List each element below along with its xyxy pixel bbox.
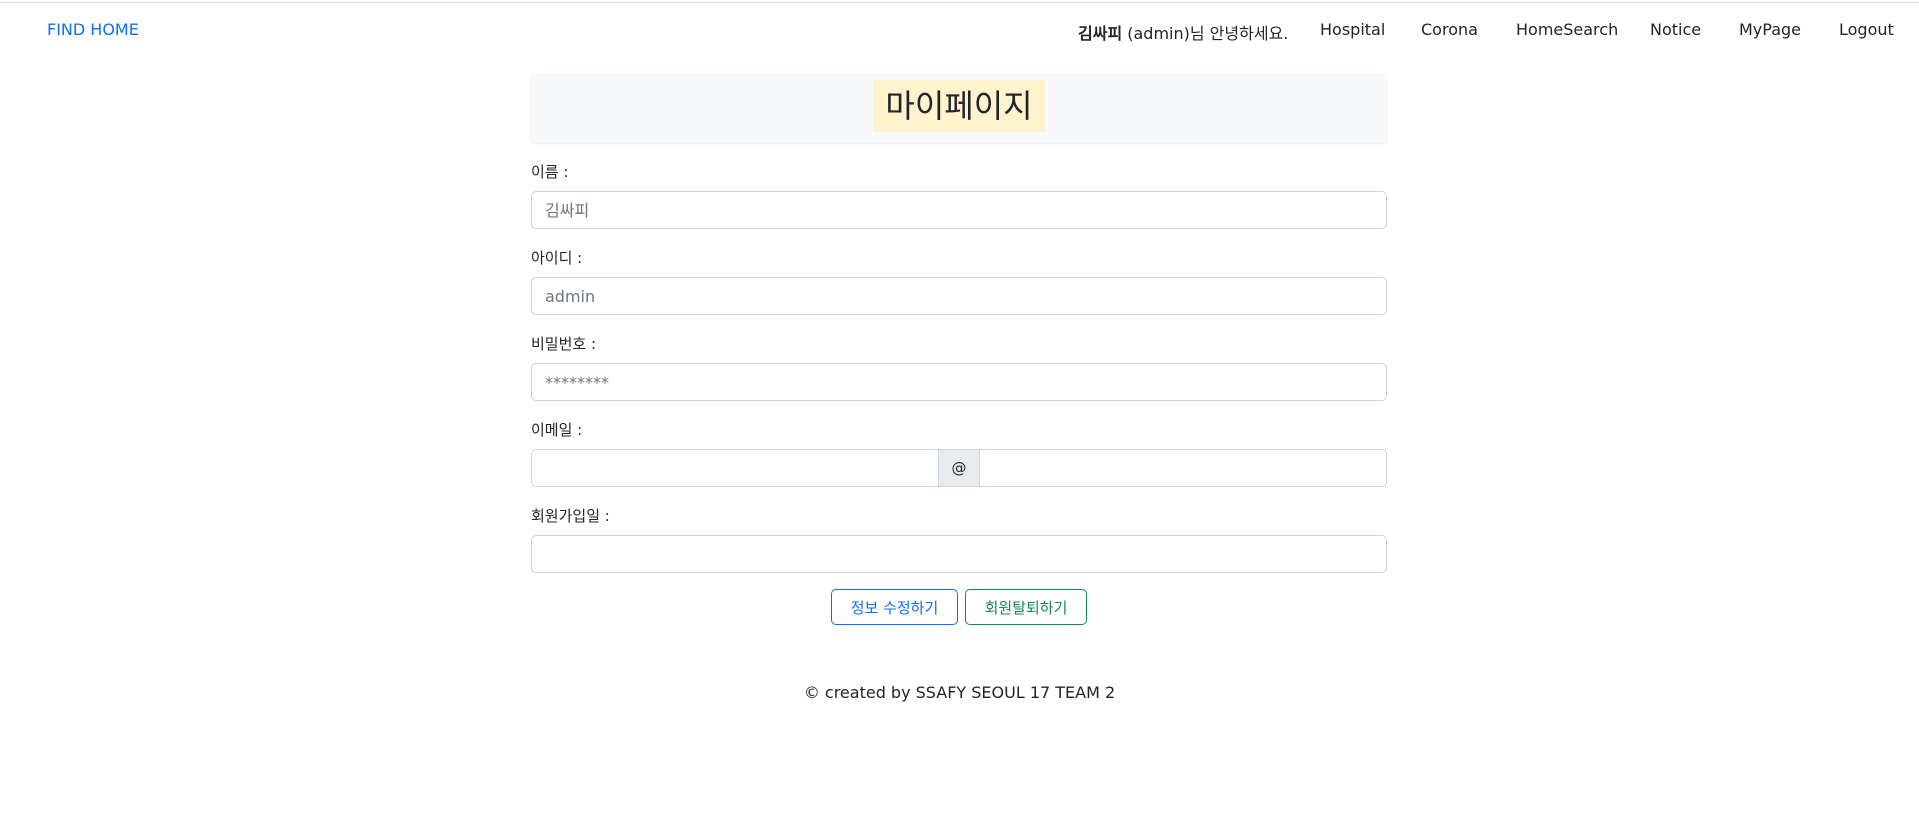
name-field[interactable] [531,191,1387,229]
join-date-label: 회원가입일 : [531,507,610,525]
greeting-text: 김싸피 (admin)님 안녕하세요. [1078,20,1288,44]
email-local-field[interactable] [531,449,939,487]
nav-link-logout[interactable]: Logout [1839,20,1894,39]
id-label: 아이디 : [531,249,583,267]
footer-credit: © created by SSAFY SEOUL 17 TEAM 2 [803,683,1116,702]
id-field[interactable] [531,277,1387,315]
nav-link-notice[interactable]: Notice [1650,20,1701,39]
email-domain-field[interactable] [979,449,1387,487]
page-title: 마이페이지 [873,80,1045,132]
navbar: FIND HOME 김싸피 (admin)님 안녕하세요. Hospital C… [0,3,1919,58]
join-date-field[interactable] [531,535,1387,573]
withdraw-button[interactable]: 회원탈퇴하기 [965,589,1087,625]
nav-link-homesearch[interactable]: HomeSearch [1516,20,1618,39]
nav-link-mypage[interactable]: MyPage [1739,20,1801,39]
brand-link[interactable]: FIND HOME [47,20,139,39]
name-label: 이름 : [531,163,569,181]
greeting-message: (admin)님 안녕하세요. [1122,24,1289,43]
edit-info-button[interactable]: 정보 수정하기 [831,589,958,625]
password-field[interactable] [531,363,1387,401]
email-at-sign: @ [938,449,980,487]
password-label: 비밀번호 : [531,335,597,353]
greeting-user-name: 김싸피 [1078,24,1123,43]
nav-link-hospital[interactable]: Hospital [1320,20,1385,39]
nav-link-corona[interactable]: Corona [1421,20,1478,39]
email-label: 이메일 : [531,421,583,439]
